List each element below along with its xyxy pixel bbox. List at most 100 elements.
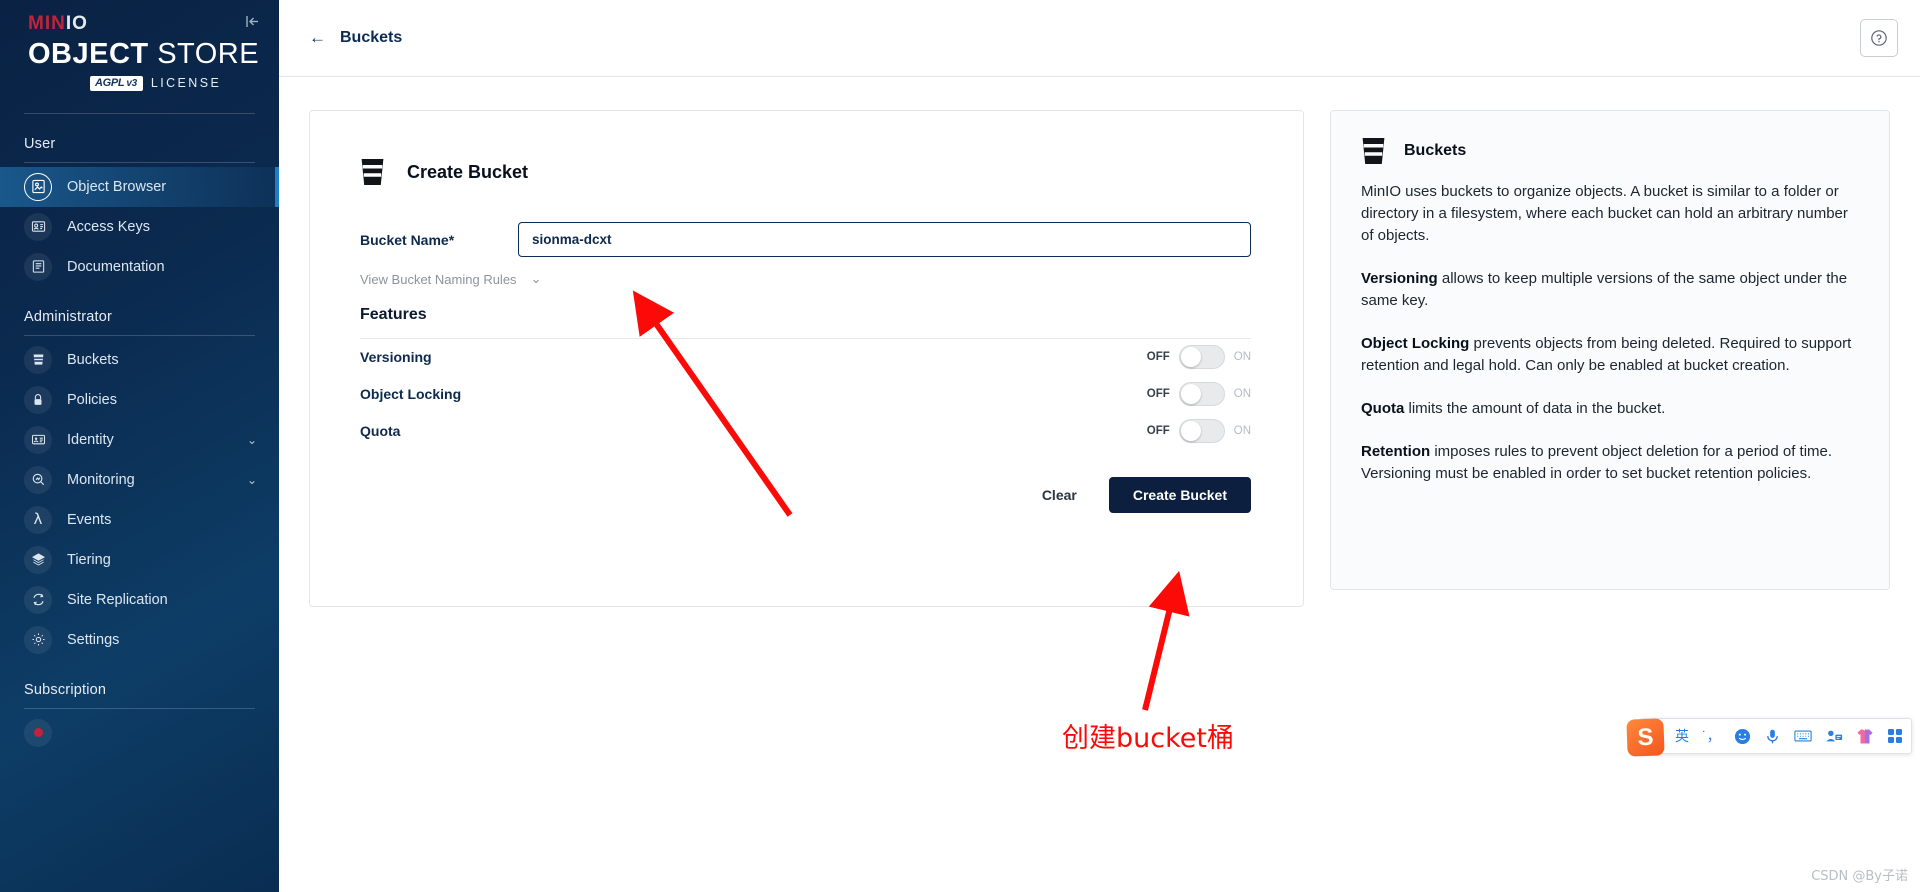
sidebar-item-identity[interactable]: Identity ⌄ — [0, 420, 279, 460]
ime-language-mode[interactable]: 英 — [1675, 726, 1689, 746]
documentation-icon — [24, 252, 52, 281]
sidebar-item-label: Object Browser — [67, 178, 167, 195]
toggle-off-label: OFF — [1146, 388, 1170, 400]
create-bucket-button[interactable]: Create Bucket — [1108, 476, 1251, 513]
sogou-ime-toolbar: S 英 ˙， — [1626, 718, 1912, 757]
lambda-icon: λ — [24, 505, 52, 534]
sidebar-section-divider — [24, 334, 255, 336]
sidebar-item-monitoring[interactable]: Monitoring ⌄ — [0, 460, 279, 500]
ime-emoji-icon[interactable] — [1734, 728, 1751, 745]
toggle-control[interactable]: OFF ON — [1147, 419, 1251, 443]
card-header: Create Bucket — [340, 141, 1273, 186]
versioning-switch[interactable] — [1178, 345, 1225, 369]
replication-icon — [24, 585, 52, 614]
chinese-annotation: 创建bucket桶 — [1062, 723, 1234, 754]
bucket-name-input[interactable] — [518, 222, 1251, 257]
gear-icon — [24, 625, 52, 654]
sidebar-section-user: User — [24, 135, 56, 152]
bucket-name-field-row: Bucket Name* — [360, 222, 1273, 257]
object-store-wordmark: OBJECT STORE — [28, 40, 279, 69]
sidebar-item-label: Access Keys — [67, 218, 150, 235]
toggle-row-versioning: Versioning OFF ON — [360, 339, 1251, 376]
info-term: Quota — [1361, 400, 1405, 417]
chevron-down-icon[interactable]: ⌄ — [247, 433, 257, 447]
agpl-version: v3 — [126, 77, 137, 89]
object-locking-switch[interactable] — [1178, 382, 1225, 406]
toggle-off-label: OFF — [1146, 425, 1170, 437]
features-heading: Features — [360, 306, 1251, 339]
sidebar-item-site-replication[interactable]: Site Replication — [0, 580, 279, 620]
agpl-badge: AGPL v3 — [90, 76, 143, 91]
sidebar-item-tiering[interactable]: Tiering — [0, 540, 279, 580]
sidebar-item-label: Identity — [67, 431, 114, 448]
info-paragraph-retention: Retention imposes rules to prevent objec… — [1361, 441, 1859, 485]
clear-button[interactable]: Clear — [1038, 481, 1081, 509]
ime-punctuation-toggle[interactable]: ˙， — [1702, 726, 1721, 746]
sogou-logo-icon[interactable]: S — [1626, 718, 1665, 757]
info-paragraph-quota: Quota limits the amount of data in the b… — [1361, 398, 1859, 420]
bucket-icon — [24, 345, 52, 374]
sidebar-item-policies[interactable]: Policies — [0, 380, 279, 420]
bucket-icon — [361, 159, 384, 185]
lock-icon — [24, 385, 52, 414]
ime-keyboard-icon[interactable] — [1794, 728, 1812, 744]
quota-switch[interactable] — [1178, 419, 1225, 443]
logo-min: MIN — [28, 13, 66, 34]
chevron-down-icon[interactable]: ⌄ — [247, 473, 257, 487]
view-bucket-naming-rules-link[interactable]: View Bucket Naming Rules ⌄ — [360, 271, 541, 287]
sidebar-item-label: Events — [67, 511, 112, 528]
ime-skin-icon[interactable] — [1856, 728, 1874, 745]
info-term: Object Locking — [1361, 335, 1470, 352]
topbar: ← Buckets — [279, 0, 1920, 77]
minio-console: MINIO OBJECT STORE AGPLv3 LICENSE User — [0, 0, 1920, 892]
logo-store: STORE — [148, 38, 260, 70]
sidebar-section-administrator: Administrator — [24, 308, 113, 325]
info-term: Versioning — [1361, 270, 1438, 287]
toggle-control[interactable]: OFF ON — [1147, 382, 1251, 406]
minio-logo: MINIO OBJECT STORE AGPL v3 LICENSE — [0, 0, 279, 91]
toggle-control[interactable]: OFF ON — [1147, 345, 1251, 369]
layers-icon — [24, 545, 52, 574]
collapse-sidebar-icon[interactable] — [239, 8, 265, 34]
back-arrow-icon[interactable]: ← — [309, 28, 326, 48]
monitoring-icon — [24, 465, 52, 494]
sidebar-item-access-keys[interactable]: Access Keys — [0, 207, 279, 247]
main-area: ← Buckets Create Bucket Bucket Name* sio… — [279, 0, 1920, 892]
sidebar-item-label: Documentation — [67, 258, 165, 275]
sidebar-item-label: Policies — [67, 391, 117, 408]
sidebar-item-label: Buckets — [67, 351, 119, 368]
ime-voice-icon[interactable] — [1764, 728, 1781, 745]
sidebar-item-object-browser[interactable]: Object Browser — [0, 166, 279, 207]
watermark: CSDN @By子诺 — [1811, 869, 1908, 884]
sidebar-item-buckets[interactable]: Buckets — [0, 340, 279, 380]
info-text: imposes rules to prevent object deletion… — [1361, 443, 1833, 482]
info-text: MinIO uses buckets to organize objects. … — [1361, 183, 1848, 244]
sidebar-item-events[interactable]: λ Events — [0, 500, 279, 540]
bucket-name-label: Bucket Name* — [360, 231, 455, 248]
help-circle-icon[interactable] — [1860, 19, 1898, 57]
sidebar-item-settings[interactable]: Settings — [0, 620, 279, 660]
logo-io: IO — [65, 13, 88, 34]
object-browser-icon — [24, 172, 52, 201]
toggle-label: Object Locking — [360, 386, 462, 402]
license-dot-icon — [24, 718, 52, 747]
toggle-row-quota: Quota OFF ON — [360, 413, 1251, 450]
info-paragraph-intro: MinIO uses buckets to organize objects. … — [1361, 181, 1859, 247]
sidebar-item-label: Settings — [67, 631, 120, 648]
ime-account-icon[interactable] — [1825, 728, 1843, 744]
ime-menu-icon[interactable] — [1887, 728, 1903, 744]
sidebar-item-subscription-partial[interactable] — [0, 713, 279, 753]
bucket-icon — [1362, 138, 1385, 164]
breadcrumb[interactable]: ← Buckets — [309, 28, 402, 48]
info-term: Retention — [1361, 443, 1431, 460]
toggle-on-label: ON — [1233, 351, 1251, 363]
info-paragraph-versioning: Versioning allows to keep multiple versi… — [1361, 268, 1859, 312]
page-title: Create Bucket — [407, 161, 529, 182]
breadcrumb-label: Buckets — [340, 29, 403, 46]
toggle-on-label: ON — [1233, 425, 1251, 437]
content: Create Bucket Bucket Name* View Bucket N… — [279, 77, 1920, 892]
sidebar-item-label: Tiering — [67, 551, 111, 568]
sidebar-item-documentation[interactable]: Documentation — [0, 247, 279, 287]
sidebar-section-divider — [24, 707, 255, 709]
sidebar-section-divider — [24, 161, 255, 163]
